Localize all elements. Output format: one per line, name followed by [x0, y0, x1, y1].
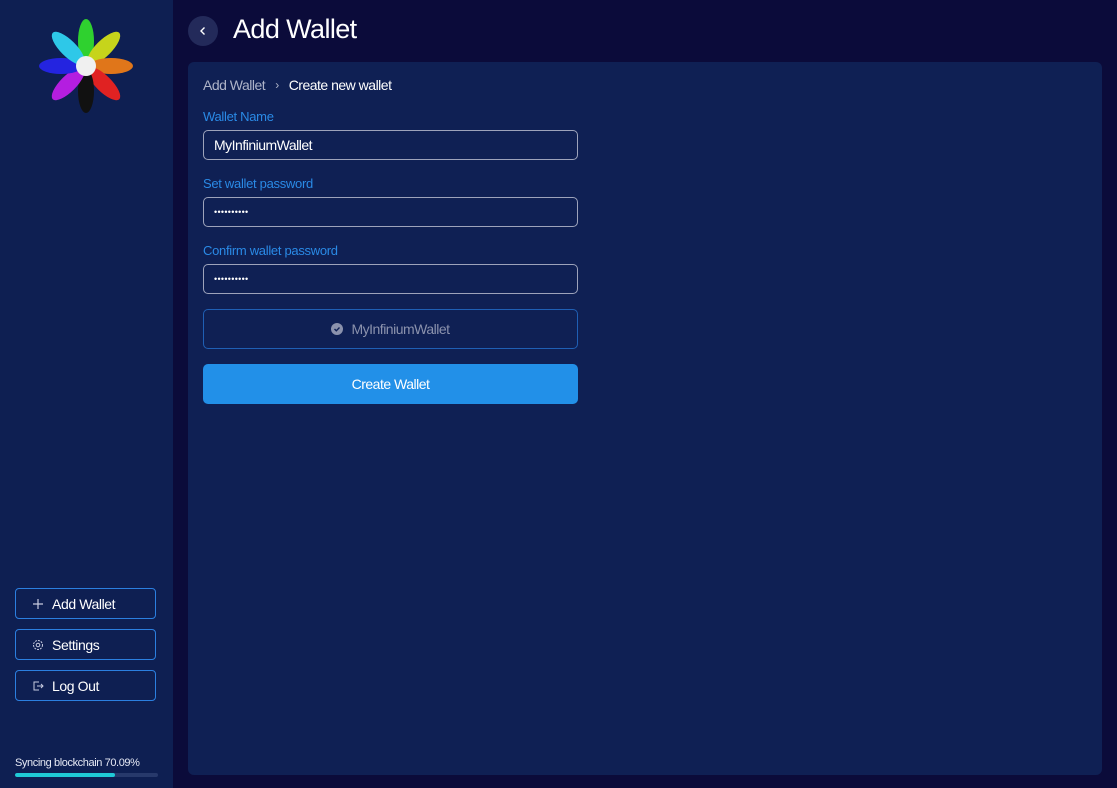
- password-label: Set wallet password: [203, 176, 313, 191]
- wallet-name-input[interactable]: [203, 130, 578, 160]
- plus-icon: [32, 598, 44, 610]
- chevron-left-icon: [200, 27, 205, 35]
- sidebar-settings-button[interactable]: Settings: [15, 629, 156, 660]
- confirm-password-input[interactable]: [203, 264, 578, 294]
- create-wallet-panel: Add Wallet › Create new wallet Wallet Na…: [188, 62, 1102, 775]
- sync-status-label: Syncing blockchain 70.09%: [15, 757, 140, 769]
- breadcrumb: Add Wallet › Create new wallet: [203, 77, 392, 93]
- flower-logo: [39, 19, 133, 113]
- breadcrumb-add-wallet[interactable]: Add Wallet: [203, 77, 266, 93]
- sync-progress-bar: [15, 773, 158, 777]
- wallet-name-label: Wallet Name: [203, 109, 274, 124]
- preview-text: MyInfiniumWallet: [351, 321, 450, 337]
- sync-progress-fill: [15, 773, 116, 777]
- confirm-password-label: Confirm wallet password: [203, 243, 338, 258]
- create-wallet-button[interactable]: Create Wallet: [203, 364, 578, 404]
- password-input[interactable]: [203, 197, 578, 227]
- back-button[interactable]: [188, 16, 218, 46]
- chevron-right-icon: ›: [275, 78, 279, 92]
- breadcrumb-current: Create new wallet: [288, 77, 392, 93]
- logout-icon: [32, 680, 44, 692]
- sidebar-item-label: Settings: [52, 636, 100, 653]
- sidebar-logout-button[interactable]: Log Out: [15, 670, 156, 701]
- sidebar-item-label: Add Wallet: [52, 595, 116, 612]
- check-circle-icon: [331, 323, 344, 335]
- page-title: Add Wallet: [233, 14, 357, 44]
- sidebar-item-label: Log Out: [52, 677, 100, 694]
- gear-icon: [32, 639, 44, 651]
- sidebar: Add Wallet Settings Log Out Syncing bloc…: [0, 0, 173, 788]
- wallet-name-preview: MyInfiniumWallet: [203, 309, 578, 349]
- sidebar-add-wallet-button[interactable]: Add Wallet: [15, 588, 156, 619]
